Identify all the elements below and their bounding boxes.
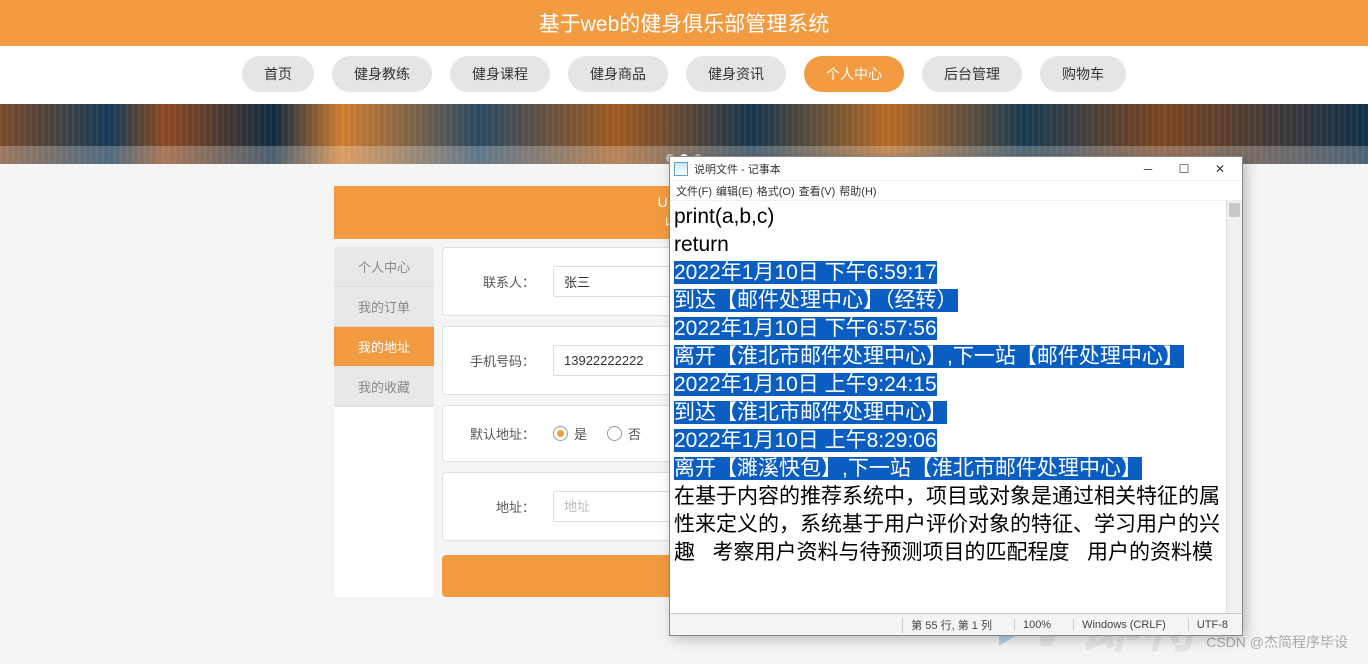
- notepad-app-icon: [674, 162, 688, 176]
- radio-yes[interactable]: 是: [553, 424, 587, 443]
- text-line: 2022年1月10日 上午9:24:15: [674, 371, 1238, 399]
- notepad-menubar[interactable]: 文件(F) 编辑(E) 格式(O) 查看(V) 帮助(H): [670, 181, 1242, 201]
- window-close-button[interactable]: ✕: [1202, 158, 1238, 180]
- nav-cart[interactable]: 购物车: [1040, 56, 1126, 92]
- sidebar-item-address[interactable]: 我的地址: [334, 327, 434, 367]
- label-phone: 手机号码：: [463, 351, 535, 370]
- nav-course[interactable]: 健身课程: [450, 56, 550, 92]
- nav-bar: 首页 健身教练 健身课程 健身商品 健身资讯 个人中心 后台管理 购物车: [0, 46, 1368, 104]
- text-line: 离开【濉溪快包】,下一站【淮北市邮件处理中心】: [674, 455, 1238, 483]
- menu-view[interactable]: 查看(V): [799, 183, 836, 199]
- notepad-title-text: 说明文件 - 记事本: [694, 161, 781, 177]
- label-contact: 联系人：: [463, 272, 535, 291]
- nav-goods[interactable]: 健身商品: [568, 56, 668, 92]
- notepad-window[interactable]: 说明文件 - 记事本 ─ ☐ ✕ 文件(F) 编辑(E) 格式(O) 查看(V)…: [669, 156, 1243, 636]
- text-line: 2022年1月10日 上午8:29:06: [674, 427, 1238, 455]
- label-address: 地址：: [463, 497, 535, 516]
- text-line: 趣 考察用户资料与待预测项目的匹配程度 用户的资料模: [674, 539, 1238, 567]
- text-line: 性来定义的，系统基于用户评价对象的特征、学习用户的兴: [674, 511, 1238, 539]
- text-line: 在基于内容的推荐系统中，项目或对象是通过相关特征的属: [674, 483, 1238, 511]
- status-encoding: UTF-8: [1188, 619, 1236, 631]
- text-line: 离开【淮北市邮件处理中心】,下一站【邮件处理中心】: [674, 343, 1238, 371]
- app-title: 基于web的健身俱乐部管理系统: [539, 13, 830, 36]
- text-line: return: [674, 231, 1238, 259]
- banner-image: [0, 104, 1368, 164]
- scrollbar-thumb[interactable]: [1229, 203, 1240, 217]
- sidebar-item-favorites[interactable]: 我的收藏: [334, 367, 434, 407]
- radio-yes-icon: [553, 426, 568, 441]
- notepad-statusbar: 第 55 行, 第 1 列 100% Windows (CRLF) UTF-8: [670, 613, 1242, 635]
- sidebar-item-orders[interactable]: 我的订单: [334, 287, 434, 327]
- window-minimize-button[interactable]: ─: [1130, 158, 1166, 180]
- radio-no[interactable]: 否: [607, 424, 641, 443]
- radio-no-icon: [607, 426, 622, 441]
- label-default: 默认地址：: [463, 424, 535, 443]
- text-line: print(a,b,c): [674, 203, 1238, 231]
- status-position: 第 55 行, 第 1 列: [902, 617, 1000, 633]
- sidebar: 个人中心 我的订单 我的地址 我的收藏: [334, 247, 434, 597]
- notepad-titlebar[interactable]: 说明文件 - 记事本 ─ ☐ ✕: [670, 157, 1242, 181]
- notepad-textarea[interactable]: print(a,b,c) return 2022年1月10日 下午6:59:17…: [670, 201, 1242, 613]
- scrollbar[interactable]: [1226, 201, 1242, 613]
- sidebar-item-profile[interactable]: 个人中心: [334, 247, 434, 287]
- status-eol: Windows (CRLF): [1073, 619, 1174, 631]
- menu-format[interactable]: 格式(O): [757, 183, 795, 199]
- nav-home[interactable]: 首页: [242, 56, 314, 92]
- menu-edit[interactable]: 编辑(E): [716, 183, 753, 199]
- text-line: 2022年1月10日 下午6:59:17: [674, 259, 1238, 287]
- text-line: 到达【邮件处理中心】（经转）: [674, 287, 1238, 315]
- menu-help[interactable]: 帮助(H): [839, 183, 876, 199]
- nav-user-center[interactable]: 个人中心: [804, 56, 904, 92]
- nav-news[interactable]: 健身资讯: [686, 56, 786, 92]
- status-zoom: 100%: [1014, 619, 1059, 631]
- app-header: 基于web的健身俱乐部管理系统: [0, 0, 1368, 46]
- menu-file[interactable]: 文件(F): [676, 183, 712, 199]
- text-line: 到达【淮北市邮件处理中心】: [674, 399, 1238, 427]
- text-line: 2022年1月10日 下午6:57:56: [674, 315, 1238, 343]
- nav-coach[interactable]: 健身教练: [332, 56, 432, 92]
- window-maximize-button[interactable]: ☐: [1166, 158, 1202, 180]
- nav-admin[interactable]: 后台管理: [922, 56, 1022, 92]
